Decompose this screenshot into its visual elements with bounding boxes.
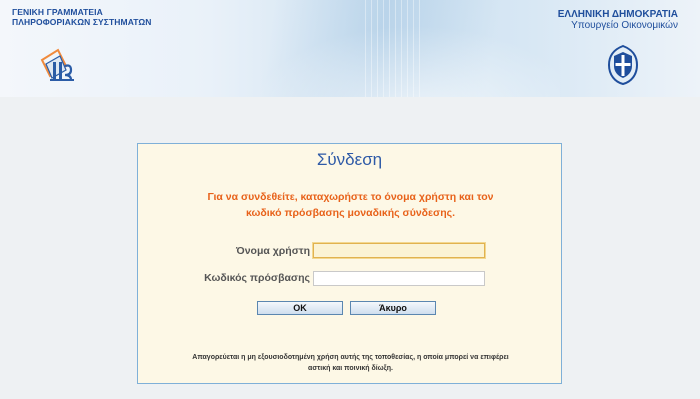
- disclaimer-line1: Απαγορεύεται η μη εξουσιοδοτημένη χρήση …: [192, 354, 509, 361]
- ok-button[interactable]: OK: [257, 301, 343, 315]
- login-title: Σύνδεση: [316, 150, 383, 169]
- gsis-logo-icon: [40, 48, 74, 81]
- header-banner: ΓΕΝΙΚΗ ΓΡΑΜΜΑΤΕΙΑ ΠΛΗΡΟΦΟΡΙΑΚΩΝ ΣΥΣΤΗΜΑΤ…: [0, 0, 700, 97]
- instructions-line2: κωδικό πρόσβασης μοναδικής σύνδεσης.: [246, 207, 455, 219]
- login-page: ΓΕΝΙΚΗ ΓΡΑΜΜΑΤΕΙΑ ΠΛΗΡΟΦΟΡΙΑΚΩΝ ΣΥΣΤΗΜΑΤ…: [0, 0, 700, 399]
- government-title: ΕΛΛΗΝΙΚΗ ΔΗΜΟΚΡΑΤΙΑ Υπουργείο Οικονομικώ…: [558, 9, 678, 31]
- government-title-line1: ΕΛΛΗΝΙΚΗ ΔΗΜΟΚΡΑΤΙΑ: [557, 9, 678, 20]
- hellenic-emblem-icon: [607, 44, 639, 86]
- gsis-title-line2: ΠΛΗΡΟΦΟΡΙΑΚΩΝ ΣΥΣΤΗΜΑΤΩΝ: [12, 17, 152, 27]
- ministry-name: Υπουργείο Οικονομικών: [571, 20, 678, 31]
- username-label: Όνομα χρήστη: [236, 245, 310, 257]
- gsis-title: ΓΕΝΙΚΗ ΓΡΑΜΜΑΤΕΙΑ ΠΛΗΡΟΦΟΡΙΑΚΩΝ ΣΥΣΤΗΜΑΤ…: [12, 7, 152, 27]
- login-instructions: Για να συνδεθείτε, καταχωρήστε το όνομα …: [148, 189, 553, 221]
- password-input[interactable]: [313, 271, 485, 286]
- legal-disclaimer: Απαγορεύεται η μη εξουσιοδοτημένη χρήση …: [146, 352, 555, 374]
- login-panel: Σύνδεση Για να συνδεθείτε, καταχωρήστε τ…: [137, 143, 562, 384]
- header-stripes: [365, 0, 425, 97]
- password-label: Κωδικός πρόσβασης: [204, 272, 310, 284]
- cancel-button[interactable]: Άκυρο: [350, 301, 436, 315]
- disclaimer-line2: αστική και ποινική δίωξη.: [308, 365, 393, 372]
- username-input[interactable]: [313, 243, 485, 258]
- instructions-line1: Για να συνδεθείτε, καταχωρήστε το όνομα …: [207, 191, 494, 203]
- gsis-title-line1: ΓΕΝΙΚΗ ΓΡΑΜΜΑΤΕΙΑ: [12, 7, 103, 17]
